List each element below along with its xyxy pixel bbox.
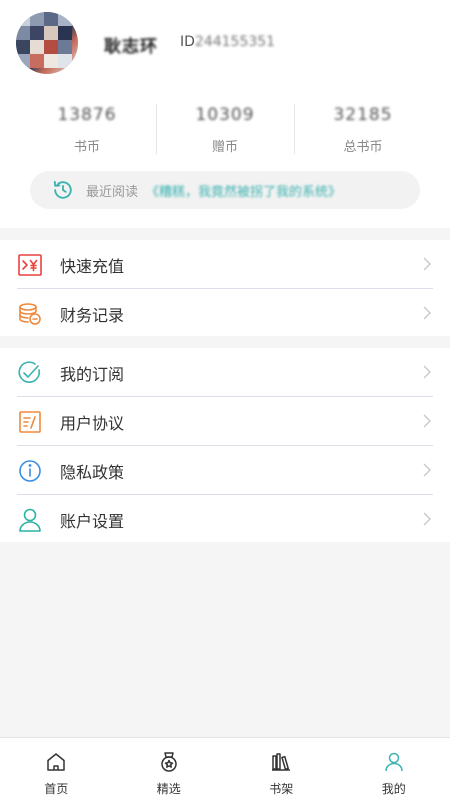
stat-value: 32185 xyxy=(333,105,393,125)
user-id-prefix: ID xyxy=(180,34,195,50)
chevron-right-icon xyxy=(423,306,431,320)
avatar[interactable] xyxy=(16,12,78,74)
tab-featured[interactable]: 精选 xyxy=(113,738,226,800)
menu-item-label: 财务记录 xyxy=(60,305,125,325)
menu-item-finance-records[interactable]: 财务记录 xyxy=(0,289,450,338)
stat-label: 书币 xyxy=(73,140,100,155)
stat-value: 13876 xyxy=(57,105,117,125)
stat-label: 总书币 xyxy=(343,140,383,155)
tab-mine[interactable]: 我的 xyxy=(338,738,450,800)
recent-book-title[interactable]: 《糟糕，我竟然被拐了我的系统》 xyxy=(146,181,341,200)
recent-reading-label: 最近阅读 xyxy=(86,184,139,200)
tab-bookshelf[interactable]: 书架 xyxy=(225,738,338,800)
stat-book-coins[interactable]: 13876 书币 xyxy=(18,102,156,158)
menu-item-label: 隐私政策 xyxy=(60,462,125,482)
stat-label: 赠币 xyxy=(211,140,238,155)
nickname: 耿志环 xyxy=(104,37,158,57)
home-icon xyxy=(47,753,65,771)
tab-label: 我的 xyxy=(381,782,406,796)
stat-gift-coins[interactable]: 10309 赠币 xyxy=(156,102,294,158)
profile-header: 耿志环 ID244155351 13876 书币 10309 赠币 32185 … xyxy=(0,0,450,228)
chevron-right-icon xyxy=(423,414,431,428)
chevron-right-icon xyxy=(423,365,431,379)
recent-reading-bar[interactable]: 最近阅读 《糟糕，我竟然被拐了我的系统》 xyxy=(30,171,420,209)
user-icon xyxy=(19,508,41,532)
menu-item-label: 用户协议 xyxy=(60,413,125,433)
chevron-right-icon xyxy=(423,257,431,271)
menu-item-user-agreement[interactable]: 用户协议 xyxy=(0,397,450,446)
menu-item-privacy-policy[interactable]: 隐私政策 xyxy=(0,446,450,495)
menu-item-label: 快速充值 xyxy=(60,256,125,276)
menu-item-label: 我的订阅 xyxy=(60,364,125,384)
bottom-tab-bar: 首页 精选 书架 我的 xyxy=(0,737,450,800)
chevron-right-icon xyxy=(423,463,431,477)
info-circle-icon xyxy=(19,460,41,482)
menu-item-recharge[interactable]: 快速充值 xyxy=(0,240,450,289)
medal-icon xyxy=(161,752,177,772)
history-icon xyxy=(53,180,72,199)
recharge-icon xyxy=(18,254,42,276)
user-id-number: 244155351 xyxy=(194,34,276,50)
tab-home[interactable]: 首页 xyxy=(0,738,113,800)
tab-label: 书架 xyxy=(269,782,294,796)
stat-value: 10309 xyxy=(195,105,255,125)
tab-label: 首页 xyxy=(44,782,69,796)
document-icon xyxy=(19,411,41,433)
stat-total-coins[interactable]: 32185 总书币 xyxy=(294,102,432,158)
check-circle-icon xyxy=(18,361,41,383)
coins-stack-icon xyxy=(19,303,41,325)
menu-group-wallet: 快速充值 财务记录 xyxy=(0,240,450,336)
menu-item-account-settings[interactable]: 账户设置 xyxy=(0,495,450,544)
profile-icon xyxy=(385,752,403,772)
coin-stats: 13876 书币 10309 赠币 32185 总书币 xyxy=(18,102,432,158)
user-id: ID244155351 xyxy=(180,34,275,50)
menu-item-subscriptions[interactable]: 我的订阅 xyxy=(0,348,450,397)
menu-item-label: 账户设置 xyxy=(60,511,125,531)
tab-label: 精选 xyxy=(156,782,181,796)
chevron-right-icon xyxy=(423,512,431,526)
bookshelf-icon xyxy=(272,753,291,771)
menu-group-account: 我的订阅 用户协议 隐私政策 账户设置 xyxy=(0,348,450,542)
